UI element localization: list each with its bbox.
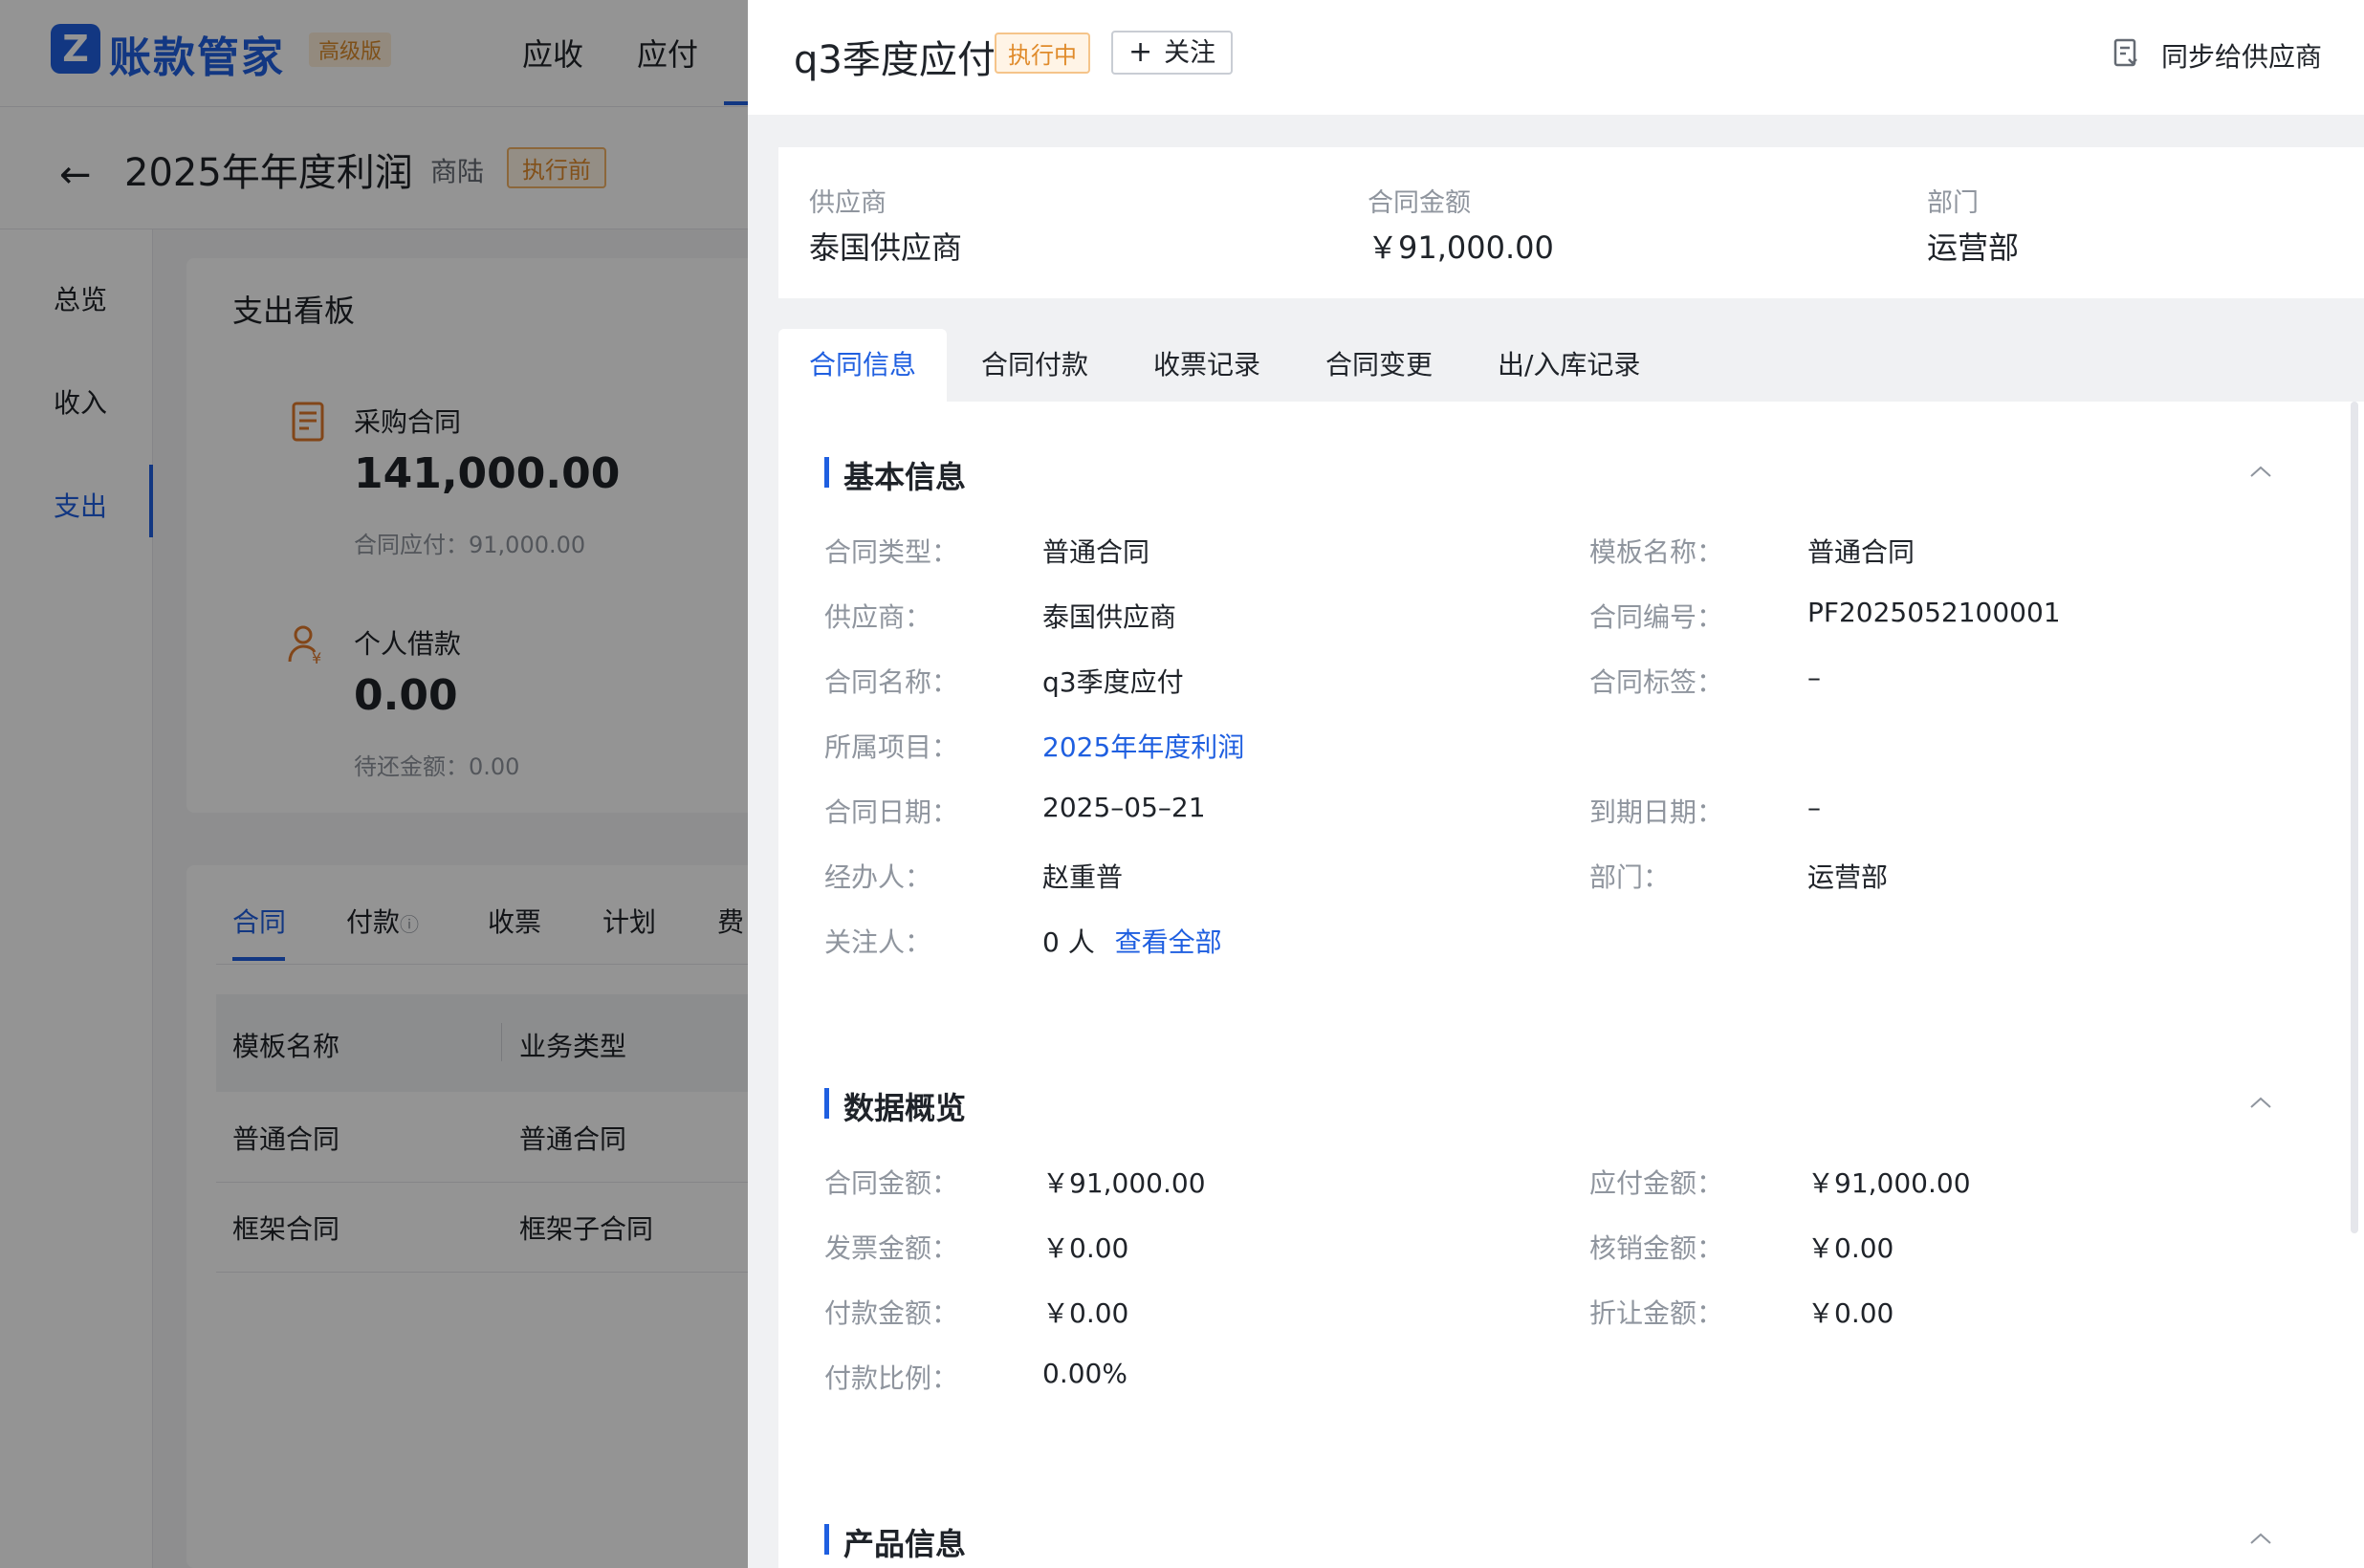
drawer-header: q3季度应付 执行中 + 关注 同步给供应商	[748, 0, 2364, 115]
field-label: 付款金额：	[824, 1297, 959, 1329]
template-name-value: 普通合同	[1807, 536, 1915, 568]
paid-amount-value: ￥0.00	[1042, 1297, 1129, 1329]
tab-stock-records[interactable]: 出/入库记录	[1467, 329, 1671, 402]
plus-icon: +	[1128, 35, 1153, 69]
field-label: 折让金额：	[1589, 1297, 1724, 1329]
payable-amount-value: ￥91,000.00	[1807, 1167, 1971, 1199]
sync-document-icon[interactable]	[2113, 38, 2138, 69]
drawer-scrollbar[interactable]	[2351, 402, 2358, 1233]
section-title-product-info: 产品信息	[843, 1526, 967, 1562]
field-label: 合同金额：	[824, 1167, 959, 1199]
summary-supplier-value: 泰国供应商	[809, 229, 963, 266]
writeoff-amount-value: ￥0.00	[1807, 1232, 1894, 1264]
section-marker	[824, 1088, 829, 1119]
follow-button[interactable]: + 关注	[1111, 31, 1234, 75]
tab-invoice-records[interactable]: 收票记录	[1123, 329, 1291, 402]
follow-button-label: 关注	[1164, 38, 1216, 68]
collapse-chevron-up-icon[interactable]	[2249, 1532, 2272, 1545]
collapse-chevron-up-icon[interactable]	[2249, 465, 2272, 478]
contract-name-value: q3季度应付	[1042, 666, 1184, 698]
department-value: 运营部	[1807, 861, 1889, 893]
field-label: 关注人：	[824, 926, 932, 958]
due-date-value: –	[1807, 792, 1821, 823]
field-label: 合同日期：	[824, 796, 959, 828]
field-label: 所属项目：	[824, 731, 959, 763]
field-label: 付款比例：	[824, 1362, 959, 1394]
tab-contract-info[interactable]: 合同信息	[778, 329, 948, 402]
field-label: 核销金额：	[1589, 1232, 1724, 1264]
contract-type-value: 普通合同	[1042, 536, 1150, 568]
field-label: 到期日期：	[1589, 796, 1724, 828]
invoice-amount-value: ￥0.00	[1042, 1232, 1129, 1264]
section-marker	[824, 1524, 829, 1555]
field-label: 合同名称：	[824, 666, 959, 698]
contract-date-value: 2025–05–21	[1042, 792, 1206, 823]
field-label: 合同标签：	[1589, 666, 1724, 698]
tab-contract-changes[interactable]: 合同变更	[1295, 329, 1463, 402]
drawer-title: q3季度应付	[794, 38, 996, 82]
modal-overlay[interactable]	[0, 0, 748, 1568]
contract-status-badge: 执行中	[995, 33, 1090, 74]
sync-to-supplier-button[interactable]: 同步给供应商	[2161, 36, 2322, 75]
followers-count: 0 人	[1042, 926, 1095, 958]
field-label: 供应商：	[824, 601, 932, 633]
section-marker	[824, 457, 829, 488]
detail-card	[778, 329, 2364, 1568]
contract-number-value: PF2025052100001	[1807, 597, 2061, 628]
field-label: 经办人：	[824, 861, 932, 893]
collapse-chevron-up-icon[interactable]	[2249, 1096, 2272, 1109]
field-label: 合同类型：	[824, 536, 959, 568]
section-title-data-overview: 数据概览	[843, 1090, 967, 1126]
project-link[interactable]: 2025年年度利润	[1042, 727, 1244, 765]
field-label: 模板名称：	[1589, 536, 1724, 568]
summary-amount-label: 合同金额	[1368, 188, 1471, 218]
tab-contract-payment[interactable]: 合同付款	[951, 329, 1119, 402]
handler-value: 赵重普	[1042, 861, 1124, 893]
discount-amount-value: ￥0.00	[1807, 1297, 1894, 1329]
summary-amount-value: ￥91,000.00	[1368, 229, 1554, 266]
field-label: 应付金额：	[1589, 1167, 1724, 1199]
payment-ratio-value: 0.00%	[1042, 1358, 1127, 1389]
summary-department-label: 部门	[1927, 188, 1979, 218]
followers-value: 0 人 查看全部	[1042, 922, 1222, 960]
supplier-value: 泰国供应商	[1042, 601, 1177, 633]
field-label: 发票金额：	[824, 1232, 959, 1264]
field-label: 合同编号：	[1589, 601, 1724, 633]
section-title-basic-info: 基本信息	[843, 459, 967, 495]
contract-tag-value: –	[1807, 662, 1821, 693]
summary-supplier-label: 供应商	[809, 188, 886, 218]
view-all-followers-link[interactable]: 查看全部	[1115, 926, 1222, 958]
summary-card	[778, 147, 2364, 298]
field-label: 部门：	[1589, 861, 1671, 893]
summary-department-value: 运营部	[1927, 229, 2020, 266]
contract-amount-value: ￥91,000.00	[1042, 1167, 1206, 1199]
